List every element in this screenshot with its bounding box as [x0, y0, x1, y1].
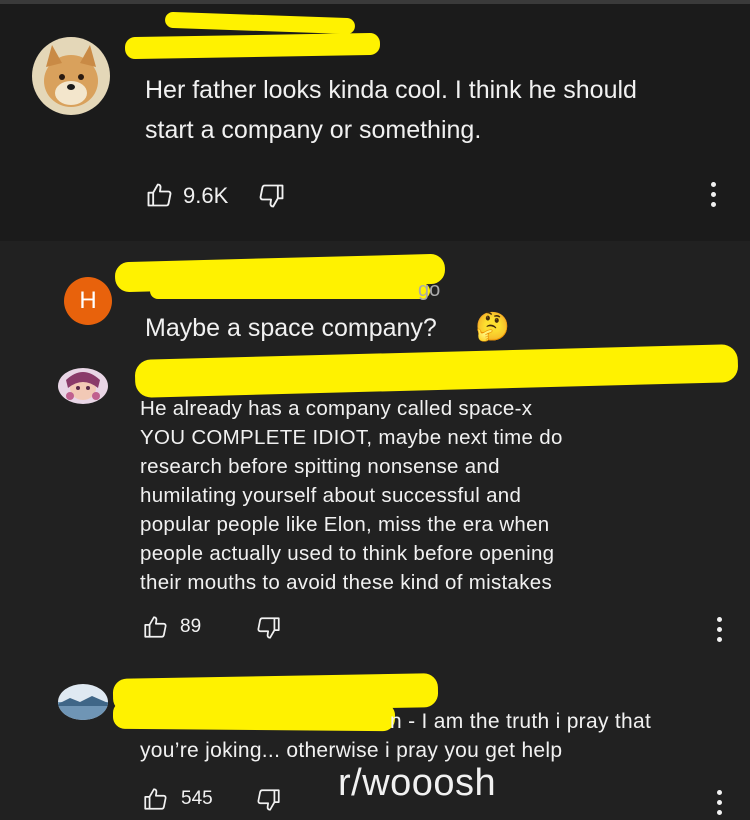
like-button-1[interactable]	[145, 181, 173, 209]
thumbs-up-icon	[144, 788, 167, 810]
reply2-line-7: their mouths to avoid these kind of mist…	[140, 571, 553, 594]
dislike-button-2[interactable]	[256, 615, 282, 641]
like-button-3[interactable]	[142, 786, 168, 812]
reply-time-fragment: go	[418, 279, 441, 301]
dislike-button-3[interactable]	[256, 787, 282, 813]
reply-text-2: He already has a company called space-x …	[140, 394, 563, 597]
thumbs-up-icon	[144, 616, 167, 638]
thumbs-down-icon	[259, 184, 284, 208]
thumbs-down-icon	[257, 789, 280, 811]
reply2-line-1: He already has a company called space-x	[140, 397, 533, 420]
reply2-line-6: people actually used to think before ope…	[140, 542, 555, 565]
reply2-line-4: humilating yourself about successful and	[140, 484, 522, 507]
redaction-username-1b	[124, 32, 381, 60]
reply3-line2: you’re joking... otherwise i pray you ge…	[140, 739, 563, 762]
anime-avatar-image	[58, 368, 108, 404]
redaction-username-4b	[112, 700, 396, 732]
like-count-1: 9.6K	[183, 183, 229, 208]
avatar-doge[interactable]	[32, 37, 110, 115]
more-options-2[interactable]	[717, 617, 723, 647]
dislike-button-1[interactable]	[258, 182, 286, 210]
like-count-3: 545	[181, 788, 213, 809]
reply-text-1: Maybe a space company?	[145, 314, 437, 342]
thinking-emoji: 🤔	[475, 311, 510, 342]
redaction-username-2b	[150, 283, 430, 299]
comment-text-line2: start a company or something.	[145, 116, 482, 144]
reply2-line-5: popular people like Elon, miss the era w…	[140, 513, 550, 536]
landscape-avatar-image	[58, 684, 108, 720]
avatar-h[interactable]: H	[64, 277, 112, 325]
like-button-2[interactable]	[142, 614, 168, 640]
reply3-line1: n - I am the truth i pray that	[390, 710, 652, 733]
reply2-line-3: research before spitting nonsense and	[140, 455, 500, 478]
doge-avatar-image	[32, 37, 110, 115]
thumbs-up-icon	[147, 183, 172, 207]
more-options-1[interactable]	[711, 182, 717, 212]
avatar-landscape[interactable]	[58, 684, 108, 720]
more-options-3[interactable]	[717, 790, 723, 820]
thumbs-down-icon	[257, 617, 280, 639]
like-count-2: 89	[180, 616, 202, 637]
avatar-anime[interactable]	[58, 368, 108, 404]
redaction-username-3	[134, 344, 739, 398]
reply2-line-2: YOU COMPLETE IDIOT, maybe next time do	[140, 426, 563, 449]
comment-text-line1: Her father looks kinda cool. I think he …	[145, 76, 637, 104]
overlay-caption: r/wooosh	[338, 762, 497, 804]
avatar-letter: H	[79, 287, 97, 314]
